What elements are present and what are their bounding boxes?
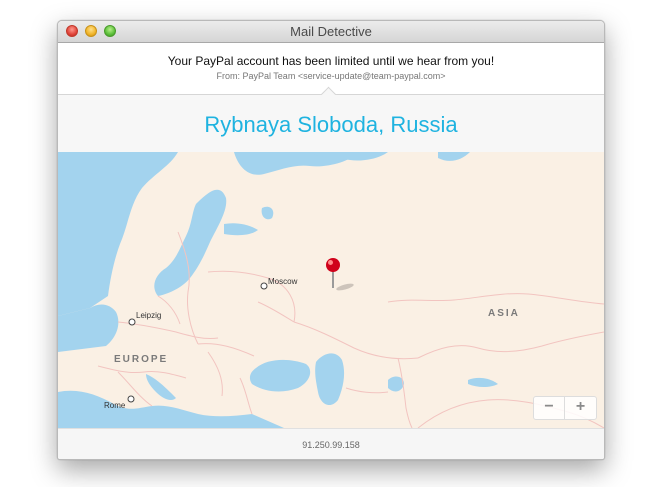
rome-marker bbox=[127, 395, 135, 403]
zoom-in-button[interactable]: + bbox=[565, 397, 596, 419]
zoom-control: − + bbox=[533, 396, 597, 420]
city-label-rome: Rome bbox=[104, 401, 126, 410]
adriatic bbox=[146, 374, 176, 400]
black-sea bbox=[249, 359, 311, 392]
email-header: Your PayPal account has been limited unt… bbox=[58, 43, 604, 95]
lake-ladoga bbox=[261, 206, 274, 220]
title-bar[interactable]: Mail Detective bbox=[58, 21, 604, 43]
city-label-moscow: Moscow bbox=[268, 277, 298, 286]
region-label-asia: ASIA bbox=[488, 308, 520, 319]
map-graphic bbox=[58, 152, 604, 428]
aral-sea bbox=[388, 376, 404, 392]
window-title: Mail Detective bbox=[290, 24, 372, 39]
lake-balkhash bbox=[468, 377, 498, 387]
map-view[interactable]: Moscow Leipzig Rome EUROPE ASIA − + bbox=[58, 152, 604, 428]
baltic-sea bbox=[154, 189, 227, 296]
caspian-sea bbox=[315, 353, 345, 406]
location-name: Rybnaya Sloboda, Russia bbox=[204, 112, 458, 137]
location-pin bbox=[326, 258, 354, 291]
moscow-marker bbox=[260, 282, 268, 290]
city-label-leipzig: Leipzig bbox=[136, 311, 162, 320]
region-label-europe: EUROPE bbox=[114, 354, 169, 365]
zoom-out-button[interactable]: − bbox=[534, 397, 565, 419]
barents-inlet bbox=[438, 152, 470, 161]
location-band: Rybnaya Sloboda, Russia bbox=[58, 95, 604, 153]
ip-address: 91.250.99.158 bbox=[302, 440, 360, 450]
email-sender: From: PayPal Team <service-update@team-p… bbox=[216, 71, 446, 81]
water-bodies bbox=[58, 152, 498, 428]
mail-detective-window: Mail Detective Your PayPal account has b… bbox=[57, 20, 605, 460]
email-subject: Your PayPal account has been limited unt… bbox=[167, 54, 495, 68]
leipzig-marker bbox=[128, 318, 136, 326]
footer-bar: 91.250.99.158 bbox=[58, 428, 604, 459]
gulf-of-finland bbox=[224, 223, 258, 236]
